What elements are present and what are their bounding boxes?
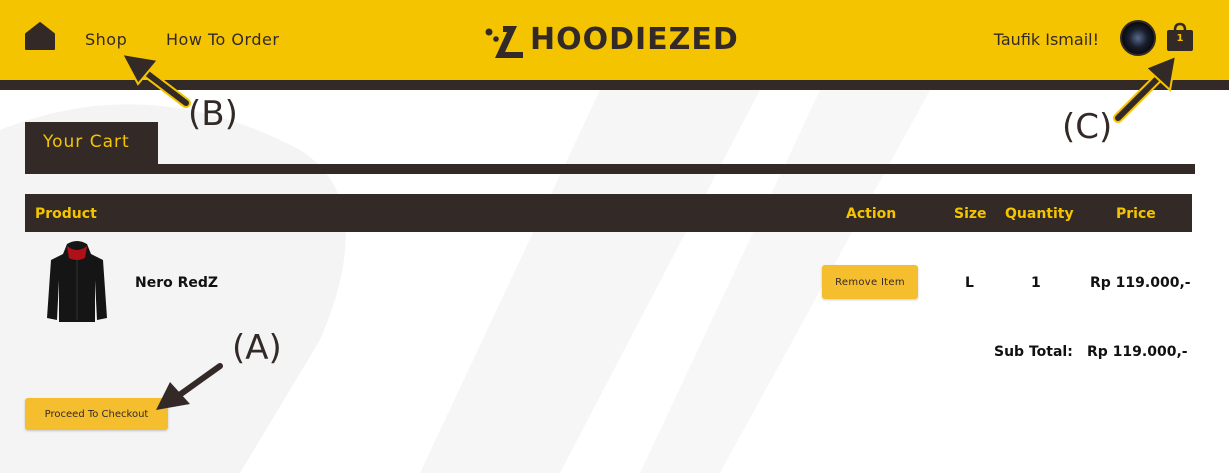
product-price: Rp 119.000,- bbox=[1090, 275, 1191, 291]
cart-count-badge: 1 bbox=[1176, 33, 1184, 44]
remove-item-button[interactable]: Remove Item bbox=[822, 265, 918, 299]
column-product: Product bbox=[35, 206, 97, 222]
product-size: L bbox=[965, 275, 974, 291]
column-quantity: Quantity bbox=[1005, 206, 1074, 222]
cart-tab-underline bbox=[25, 164, 1195, 174]
subtotal-label: Sub Total: bbox=[994, 344, 1073, 360]
product-image[interactable] bbox=[45, 240, 109, 324]
column-size: Size bbox=[954, 206, 987, 222]
column-price: Price bbox=[1116, 206, 1156, 222]
annotation-label-a: (A) bbox=[232, 328, 282, 368]
subtotal-value: Rp 119.000,- bbox=[1087, 344, 1188, 360]
logo-text: HOODIEZED bbox=[530, 22, 739, 57]
avatar[interactable] bbox=[1120, 20, 1156, 56]
nav-how-to-order-link[interactable]: How To Order bbox=[166, 30, 279, 49]
column-action: Action bbox=[846, 206, 897, 222]
header-divider bbox=[0, 80, 1229, 90]
annotation-label-c: (C) bbox=[1062, 107, 1113, 147]
product-name: Nero RedZ bbox=[135, 275, 219, 291]
user-greeting[interactable]: Taufik Ismail! bbox=[994, 30, 1099, 49]
nav-shop-link[interactable]: Shop bbox=[85, 30, 127, 49]
product-quantity: 1 bbox=[1031, 275, 1041, 291]
home-icon[interactable] bbox=[25, 22, 55, 50]
your-cart-tab: Your Cart bbox=[25, 122, 158, 164]
annotation-label-b: (B) bbox=[188, 94, 238, 134]
proceed-to-checkout-button[interactable]: Proceed To Checkout bbox=[25, 398, 168, 430]
